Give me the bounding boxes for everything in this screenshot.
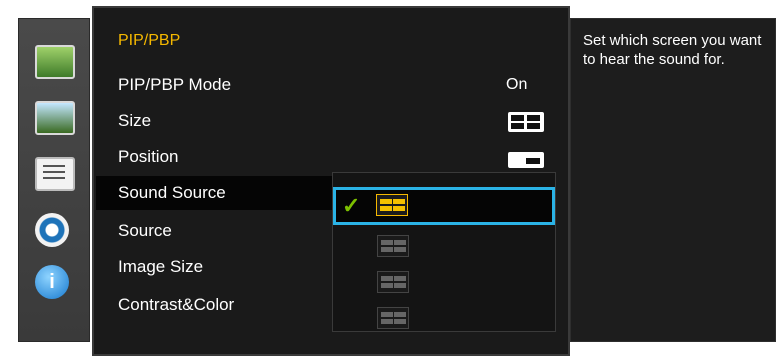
menu-item-source[interactable]: Source xyxy=(96,214,332,248)
menu-item-label: PIP/PBP Mode xyxy=(118,75,232,94)
sound-option-third[interactable] xyxy=(335,265,553,301)
menu-item-size[interactable]: Size xyxy=(96,104,332,138)
settings-gear-icon[interactable] xyxy=(35,213,69,247)
pbp-fourth-icon xyxy=(377,307,409,329)
screen-adjust-icon[interactable] xyxy=(35,101,75,135)
position-value-icon xyxy=(508,152,544,168)
menu-item-image-size[interactable]: Image Size xyxy=(96,250,332,284)
menu-item-label: Image Size xyxy=(118,257,204,276)
pbp-third-icon xyxy=(377,271,409,293)
sidebar: i xyxy=(18,18,90,342)
menu-item-pip-pbp-mode[interactable]: PIP/PBP Mode On xyxy=(96,68,527,102)
menu-item-label: Size xyxy=(118,111,152,130)
help-text: Set which screen you want to hear the so… xyxy=(583,32,762,68)
pip-pbp-mode-value: On xyxy=(506,76,528,93)
picture-icon[interactable] xyxy=(35,45,75,79)
menu-item-contrast-color[interactable]: Contrast&Color xyxy=(96,288,332,322)
menu-title: PIP/PBP xyxy=(118,32,181,49)
menu-item-label: Sound Source xyxy=(118,183,226,202)
menu-item-sound-source[interactable]: Sound Source xyxy=(96,176,336,210)
info-icon[interactable]: i xyxy=(35,265,69,299)
size-value-icon xyxy=(508,112,544,132)
menu-item-position[interactable]: Position xyxy=(96,140,332,174)
help-panel: Set which screen you want to hear the so… xyxy=(570,18,776,342)
sound-option-right[interactable] xyxy=(335,229,553,265)
menu-item-label: Contrast&Color xyxy=(118,295,235,314)
menu-item-label: Source xyxy=(118,221,172,240)
pbp-left-icon xyxy=(376,194,408,216)
menu-item-label: Position xyxy=(118,147,179,166)
sound-option-fourth[interactable] xyxy=(335,301,553,337)
check-icon: ✓ xyxy=(342,193,361,218)
pbp-right-icon xyxy=(377,235,409,257)
osd-menu: i PIP/PBP PIP/PBP Mode On Size Position … xyxy=(0,0,776,362)
sound-option-left[interactable]: ✓ xyxy=(333,187,555,225)
sound-source-popup: ✓ xyxy=(332,172,556,332)
system-sliders-icon[interactable] xyxy=(35,157,75,191)
